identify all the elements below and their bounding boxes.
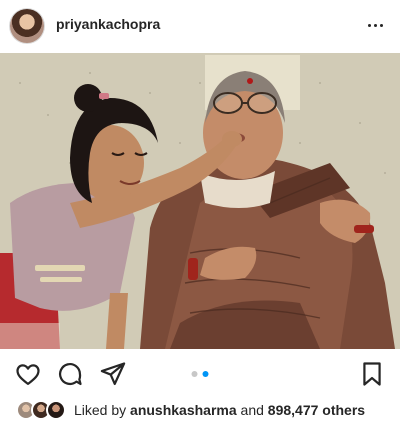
bookmark-icon[interactable] bbox=[358, 360, 386, 388]
likes-and: and bbox=[240, 402, 264, 418]
comment-icon[interactable] bbox=[56, 360, 84, 388]
post-image[interactable] bbox=[0, 53, 400, 349]
share-icon[interactable] bbox=[99, 360, 127, 388]
carousel-dot-active bbox=[202, 371, 209, 377]
likes-prefix: Liked by bbox=[74, 402, 127, 418]
action-bar bbox=[0, 355, 400, 391]
likes-row: Liked by anushkasharma and 898,477 other… bbox=[16, 397, 365, 422]
carousel-dot bbox=[191, 371, 198, 377]
liker-avatar bbox=[46, 400, 66, 420]
carousel-indicator bbox=[191, 371, 209, 377]
post-header: priyankachopra bbox=[0, 0, 400, 53]
liker-username[interactable]: anushkasharma bbox=[130, 402, 237, 418]
liker-avatars[interactable] bbox=[16, 399, 68, 421]
more-options-icon[interactable] bbox=[364, 12, 386, 38]
likes-count[interactable]: 898,477 others bbox=[268, 402, 365, 418]
heart-icon[interactable] bbox=[14, 360, 42, 388]
username[interactable]: priyankachopra bbox=[56, 16, 160, 32]
likes-text: Liked by anushkasharma and 898,477 other… bbox=[74, 402, 365, 418]
avatar[interactable] bbox=[10, 9, 44, 43]
